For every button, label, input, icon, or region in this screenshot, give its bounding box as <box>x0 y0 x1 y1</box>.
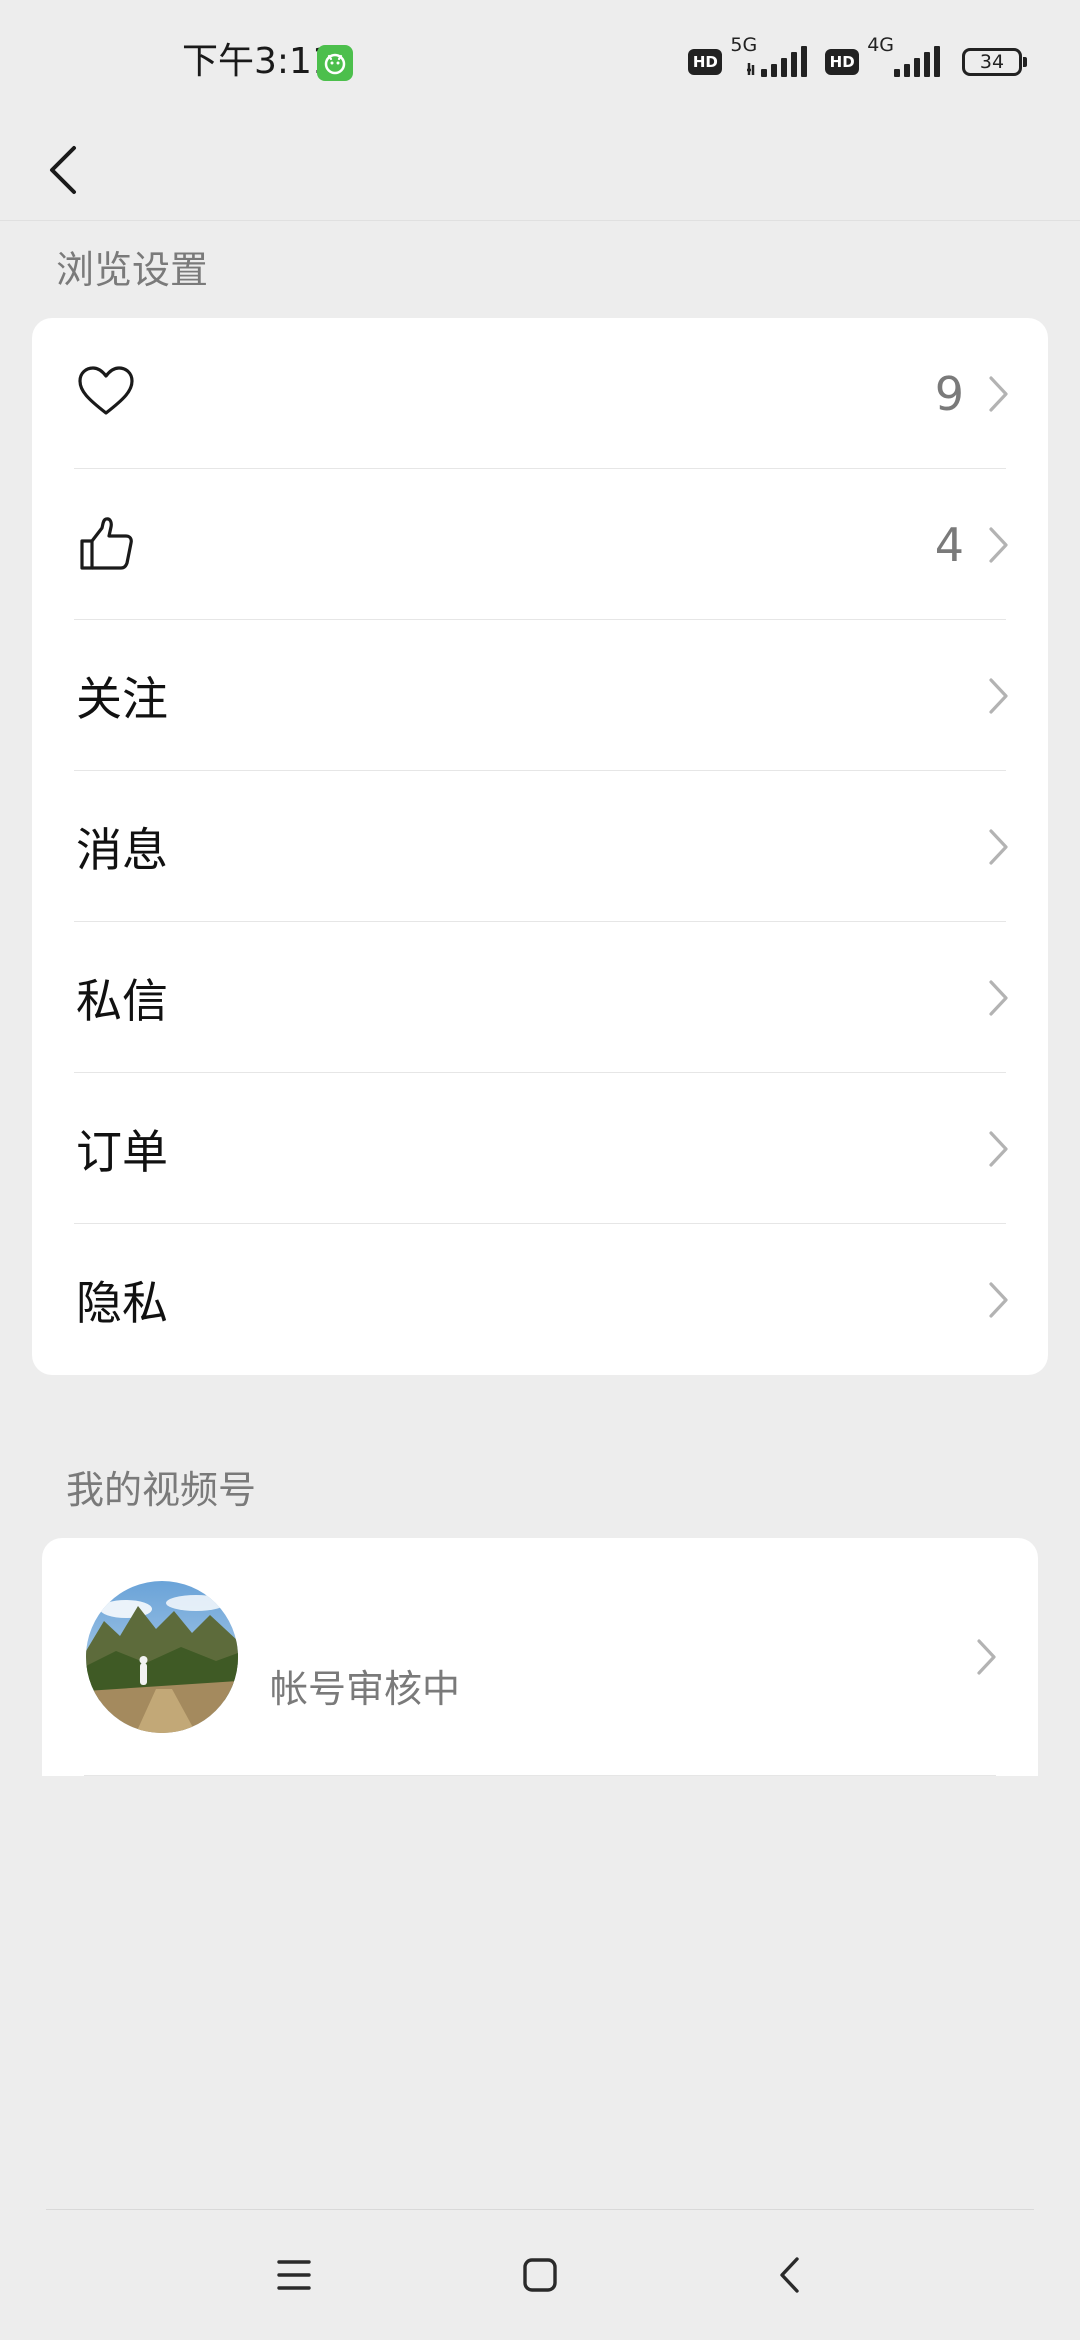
row-divider <box>84 1775 996 1776</box>
browse-settings-card: 9 4 关注 消息 私信 订单 隐私 <box>32 318 1048 1375</box>
settings-row-messages[interactable]: 消息 <box>32 771 1048 922</box>
row-count: 9 <box>934 366 964 421</box>
chevron-right-icon <box>989 527 1008 563</box>
settings-row-orders[interactable]: 订单 <box>32 1073 1048 1224</box>
nav-back-button[interactable] <box>755 2240 825 2310</box>
menu-icon <box>277 2260 311 2290</box>
app-notification-icon <box>317 45 353 81</box>
row-label: 私信 <box>76 973 168 1028</box>
square-home-icon <box>523 2258 557 2292</box>
row-label: 订单 <box>76 1124 168 1179</box>
chevron-right-icon <box>977 1639 996 1675</box>
status-indicators: HD 5G HD 4G 34 <box>688 34 1027 84</box>
nav-bar-divider <box>46 2209 1034 2210</box>
battery-icon: 34 <box>962 48 1027 76</box>
chevron-right-icon <box>989 1131 1008 1167</box>
nav-menu-button[interactable] <box>259 2240 329 2310</box>
chevron-right-icon <box>989 1282 1008 1318</box>
settings-row-likes[interactable]: 4 <box>32 469 1048 620</box>
channel-account-row[interactable]: 帐号审核中 <box>42 1538 1038 1776</box>
chevron-right-icon <box>989 829 1008 865</box>
chevron-left-icon <box>50 146 76 194</box>
triangle-back-icon <box>780 2257 799 2293</box>
settings-row-direct-messages[interactable]: 私信 <box>32 922 1048 1073</box>
row-label: 隐私 <box>76 1275 168 1330</box>
section-title-my-channels: 我的视频号 <box>66 1468 257 1512</box>
row-count: 4 <box>934 517 964 572</box>
status-bar: 下午3:11 HD 5G HD 4G 34 <box>0 0 1080 120</box>
row-label: 关注 <box>76 671 168 726</box>
settings-row-follow[interactable]: 关注 <box>32 620 1048 771</box>
header <box>0 120 1080 220</box>
chevron-right-icon <box>989 980 1008 1016</box>
header-divider <box>0 220 1080 221</box>
settings-row-favorites[interactable]: 9 <box>32 318 1048 469</box>
thumbs-up-icon <box>80 517 133 570</box>
chevron-right-icon <box>989 376 1008 412</box>
chevron-right-icon <box>989 678 1008 714</box>
signal-strength-icon <box>884 43 948 81</box>
back-button[interactable] <box>28 130 98 210</box>
nav-home-button[interactable] <box>505 2240 575 2310</box>
settings-row-privacy[interactable]: 隐私 <box>32 1224 1048 1375</box>
status-time: 下午3:11 <box>182 41 335 82</box>
hd-badge: HD <box>688 49 723 75</box>
row-label: 消息 <box>76 822 168 877</box>
heart-icon <box>78 366 134 415</box>
avatar <box>86 1581 238 1733</box>
section-title-browse-settings: 浏览设置 <box>56 248 209 292</box>
channel-review-status: 帐号审核中 <box>270 1667 461 1711</box>
signal-strength-icon <box>747 43 811 81</box>
battery-level: 34 <box>979 51 1005 73</box>
hd-badge: HD <box>825 49 860 75</box>
